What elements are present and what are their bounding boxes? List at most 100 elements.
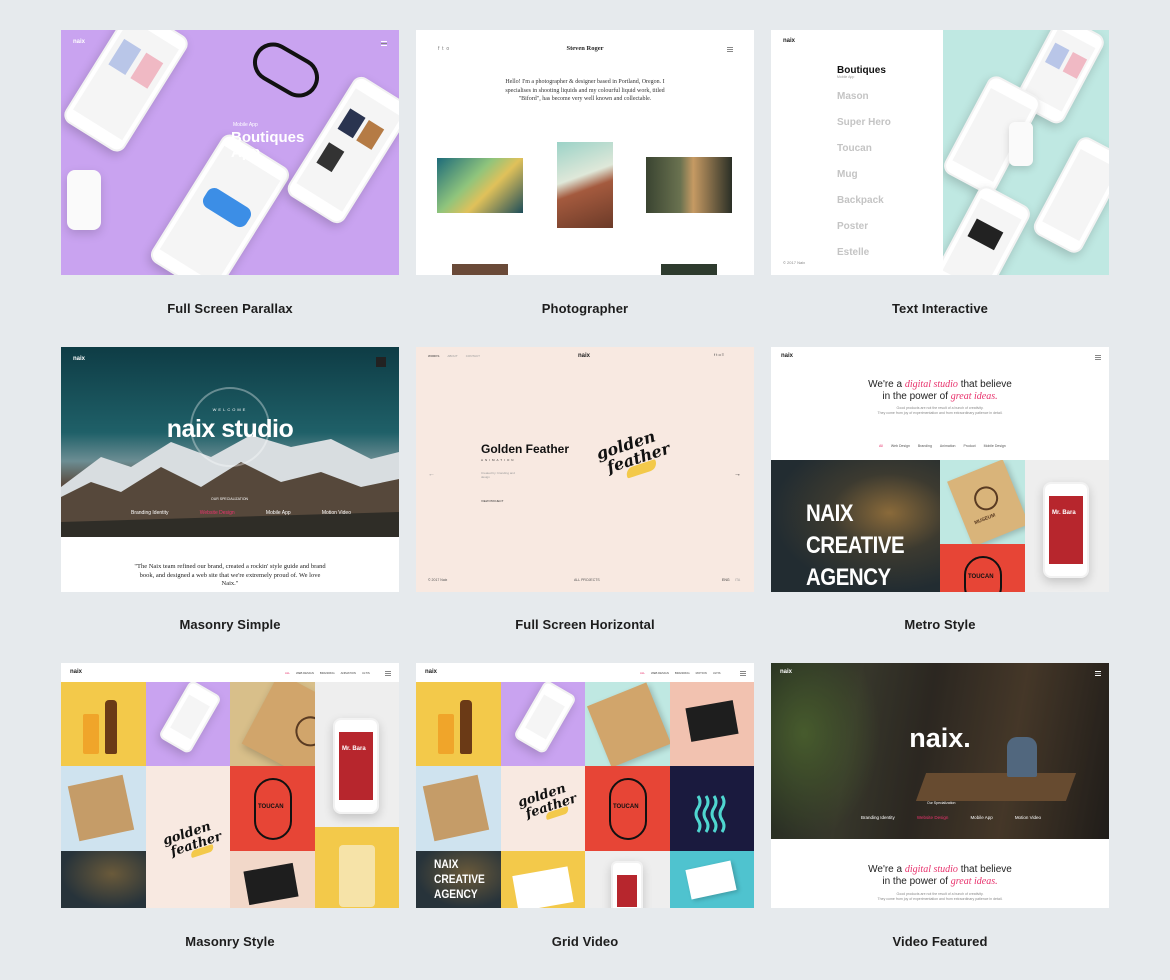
tile-leaves[interactable]: [61, 851, 146, 908]
prev-arrow-icon[interactable]: ←: [428, 471, 435, 478]
project-item-active[interactable]: Boutiques: [837, 65, 891, 76]
menu-icon: [727, 47, 733, 52]
service-link[interactable]: Mobile App: [970, 815, 992, 820]
tile-business-cards[interactable]: [670, 851, 754, 908]
earbuds-image: [1009, 122, 1033, 166]
template-card-masonry-style[interactable]: naix ALL WEB DESIGN BRANDING ANIMATION U…: [61, 663, 399, 908]
service-link[interactable]: Branding Identity: [861, 815, 895, 820]
service-link-active[interactable]: Website Design: [917, 815, 948, 820]
tile-box[interactable]: [61, 766, 146, 851]
filter[interactable]: Mobile Design: [984, 444, 1006, 448]
footer-copyright: © 2017 Naix: [428, 578, 448, 582]
menu-icon: [381, 41, 387, 46]
hero-title: naix studio: [166, 415, 294, 443]
tile-cards[interactable]: [670, 682, 754, 766]
nav-link[interactable]: BRANDING: [320, 671, 335, 675]
tile-creative-agency[interactable]: NAIX CREATIVE AGENCY: [771, 460, 940, 592]
tile-app[interactable]: [501, 682, 585, 766]
language-option[interactable]: ITA: [735, 578, 740, 582]
service-link[interactable]: Motion Video: [322, 510, 351, 516]
nav-link[interactable]: WEB DESIGN: [651, 671, 669, 675]
tile-phone[interactable]: Mr. Bara: [1025, 460, 1109, 592]
template-card-photographer[interactable]: f t o Steven Roger Hello! I'm a photogra…: [416, 30, 754, 275]
filter[interactable]: Animation: [940, 444, 956, 448]
tile-toucan[interactable]: TOUCAN: [230, 766, 315, 851]
footer-copyright: © 2017 Naix: [783, 260, 806, 265]
project-item[interactable]: Super Hero: [837, 117, 891, 143]
logo: naix: [780, 669, 793, 675]
nav-link[interactable]: BRANDING: [675, 671, 690, 675]
service-link-active[interactable]: Website Design: [200, 510, 235, 516]
project-item[interactable]: Mason: [837, 91, 891, 117]
tile-book[interactable]: MUSEUM: [940, 460, 1025, 544]
template-card-video-featured[interactable]: naix naix. Our Specialization Branding I…: [771, 663, 1109, 908]
tile-stationery[interactable]: [501, 851, 585, 908]
tile-jar[interactable]: [315, 827, 399, 908]
project-item[interactable]: Backpack: [837, 195, 891, 221]
project-item[interactable]: Poster: [837, 221, 891, 247]
photo-palm: [437, 158, 523, 213]
nav-link[interactable]: ULTIS: [362, 671, 370, 675]
intro-text: Hello! I'm a photographer & designer bas…: [505, 79, 665, 102]
welcome-label: WELCOME: [212, 407, 248, 412]
template-caption: Masonry Simple: [179, 617, 281, 632]
project-item[interactable]: Estelle: [837, 247, 891, 273]
template-card-text-interactive[interactable]: naix Boutiques Mobile App Mason Super He…: [771, 30, 1109, 275]
template-card-metro-style[interactable]: naix We're a digital studio that believe…: [771, 347, 1109, 592]
filter[interactable]: Product: [964, 444, 976, 448]
photographer-name: Steven Roger: [566, 45, 604, 52]
service-link[interactable]: Branding Identity: [131, 510, 169, 516]
tile-cards[interactable]: [230, 851, 315, 908]
tile-toucan[interactable]: TOUCAN: [940, 544, 1025, 592]
template-caption: Metro Style: [904, 617, 976, 632]
project-item[interactable]: Toucan: [837, 143, 891, 169]
tile-box[interactable]: [416, 766, 501, 851]
tile-golden-feather[interactable]: golden feather: [146, 766, 230, 908]
project-desc: Created by: branding and design: [481, 471, 515, 479]
nav-link[interactable]: CONTACT: [466, 354, 480, 358]
tile-waves[interactable]: [670, 766, 754, 851]
service-link[interactable]: Motion Video: [1015, 815, 1041, 820]
tile-phone[interactable]: Mr. Bara: [315, 682, 399, 827]
filter[interactable]: Web Design: [891, 444, 910, 448]
phone-mockup: [61, 30, 192, 156]
logo: naix: [73, 356, 86, 362]
language-active[interactable]: ENG: [722, 578, 730, 582]
tile-book[interactable]: [585, 682, 670, 766]
service-link[interactable]: Mobile App: [266, 510, 291, 516]
photo-strip: [661, 264, 717, 275]
all-projects-link[interactable]: ALL PROJECTS: [574, 578, 600, 582]
phone-mockup: [1030, 133, 1109, 257]
nav-link[interactable]: ULTIS: [713, 671, 721, 675]
headline-small: Good products are not the result of a bu…: [877, 406, 1003, 415]
template-card-full-screen-horizontal[interactable]: WORKS ABOUT CONTACT naix f t o ≡ ← → Gol…: [416, 347, 754, 592]
tile-creative-agency[interactable]: NAIX CREATIVE AGENCY: [416, 851, 501, 908]
filter[interactable]: Branding: [918, 444, 932, 448]
project-item[interactable]: Mug: [837, 169, 891, 195]
next-arrow-icon[interactable]: →: [734, 471, 741, 478]
template-card-full-screen-parallax[interactable]: naix Mobile App Boutiques App: [61, 30, 399, 275]
nav-link-active[interactable]: ALL: [640, 671, 645, 675]
nav-link[interactable]: ANIMATION: [341, 671, 356, 675]
nav-link[interactable]: MOTION: [696, 671, 707, 675]
nav-link[interactable]: ABOUT: [447, 354, 457, 358]
filter-active[interactable]: All: [879, 444, 883, 448]
app-tag: Mobile App: [233, 122, 258, 128]
tile-golden-feather[interactable]: golden feather: [501, 766, 585, 851]
tile-beer[interactable]: [61, 682, 146, 766]
template-card-masonry-simple[interactable]: naix WELCOME naix studio OUR SPECIALIZAT…: [61, 347, 399, 592]
view-project-link[interactable]: VIEW PROJECT: [481, 499, 504, 503]
golden-feather-logo: golden feather: [594, 426, 679, 505]
menu-button[interactable]: [376, 357, 386, 367]
tile-app[interactable]: [146, 682, 230, 766]
nav-link[interactable]: WORKS: [428, 354, 439, 358]
tile-phone[interactable]: [585, 851, 670, 908]
book-image: MUSEUM: [947, 460, 1025, 544]
template-card-grid-video[interactable]: naix ALL WEB DESIGN BRANDING MOTION ULTI…: [416, 663, 754, 908]
mockup-panel: [943, 30, 1109, 275]
tile-beer[interactable]: [416, 682, 501, 766]
tile-toucan[interactable]: TOUCAN: [585, 766, 670, 851]
nav-link[interactable]: WEB DESIGN: [296, 671, 314, 675]
nav-link-active[interactable]: ALL: [285, 671, 290, 675]
phone-mockup: [943, 182, 1034, 275]
